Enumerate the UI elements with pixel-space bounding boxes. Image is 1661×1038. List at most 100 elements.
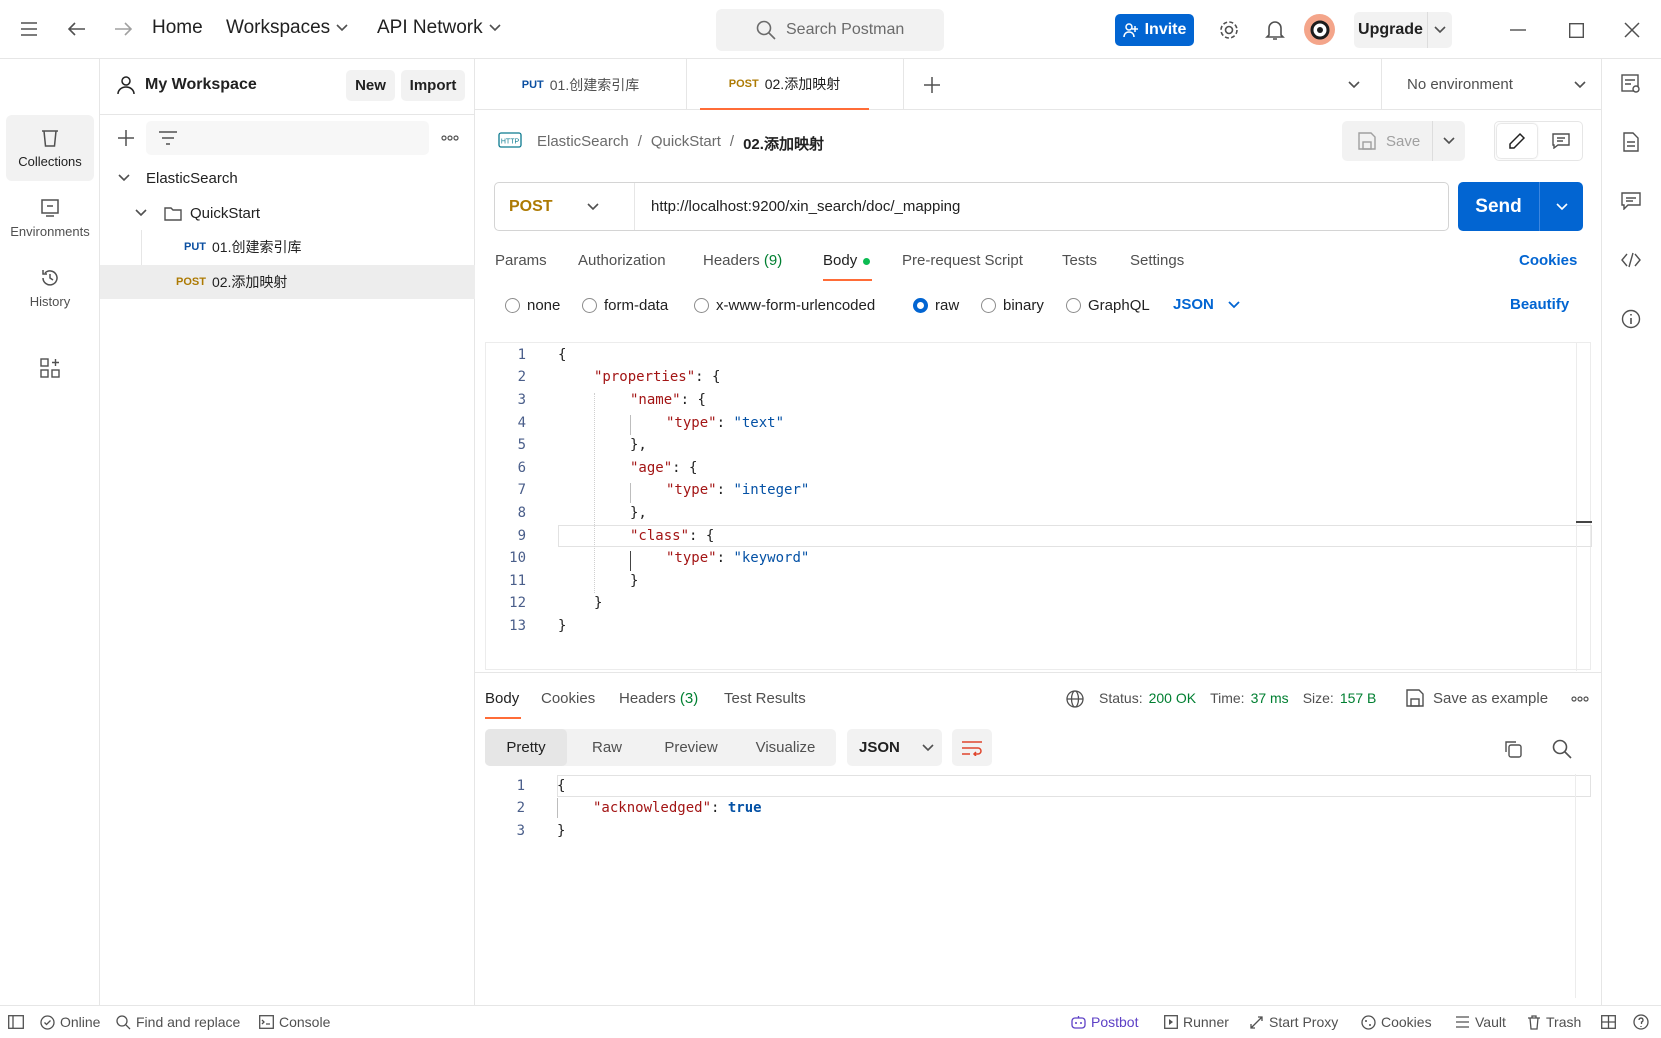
- response-tab-headers[interactable]: Headers (3): [619, 690, 698, 707]
- environment-selector[interactable]: No environment: [1381, 59, 1601, 110]
- size-value[interactable]: 157 B: [1340, 690, 1377, 706]
- radio-binary[interactable]: binary: [981, 297, 1044, 314]
- view-pretty[interactable]: Pretty: [485, 729, 567, 766]
- maximize-icon[interactable]: [1564, 18, 1588, 42]
- start-proxy-button[interactable]: Start Proxy: [1249, 1006, 1338, 1038]
- documentation-icon[interactable]: [1618, 129, 1644, 155]
- response-tab-cookies[interactable]: Cookies: [541, 690, 595, 707]
- radio-graphql[interactable]: GraphQL: [1066, 297, 1150, 314]
- request-body-editor[interactable]: 1 2 3 4 5 6 7 8 9 10 11 12 13 { "propert…: [485, 342, 1592, 671]
- view-raw[interactable]: Raw: [567, 729, 647, 766]
- back-arrow-icon[interactable]: [66, 18, 88, 40]
- runner-button[interactable]: Runner: [1164, 1006, 1229, 1038]
- send-chevron-icon[interactable]: [1540, 202, 1583, 211]
- response-tab-body[interactable]: Body: [485, 690, 519, 707]
- trash-button[interactable]: Trash: [1527, 1006, 1581, 1038]
- view-preview[interactable]: Preview: [647, 729, 735, 766]
- rail-item-collections[interactable]: Collections: [6, 115, 94, 181]
- response-format-select[interactable]: JSON: [847, 729, 942, 766]
- menu-icon[interactable]: [18, 18, 40, 40]
- tree-request-item[interactable]: POST 02.添加映射: [100, 265, 475, 299]
- method-select[interactable]: POST: [495, 183, 635, 230]
- radio-form-data[interactable]: form-data: [582, 297, 668, 314]
- tab-request[interactable]: PUT 01.创建索引库: [475, 59, 687, 110]
- rail-label-collections: Collections: [18, 153, 82, 169]
- gear-icon[interactable]: [1217, 18, 1241, 42]
- cookies-button[interactable]: Cookies: [1361, 1006, 1432, 1038]
- tab-authorization[interactable]: Authorization: [578, 252, 666, 269]
- online-status[interactable]: Online: [40, 1006, 100, 1038]
- new-tab-plus-icon[interactable]: [921, 74, 943, 96]
- configure-workbench-icon[interactable]: [36, 354, 64, 382]
- more-options-icon[interactable]: [1568, 688, 1592, 710]
- response-tab-test-results[interactable]: Test Results: [724, 690, 806, 707]
- plus-icon[interactable]: [114, 126, 138, 150]
- find-replace-button[interactable]: Find and replace: [116, 1006, 240, 1038]
- page-title[interactable]: 02.添加映射: [743, 133, 824, 154]
- two-pane-view-icon[interactable]: [1601, 1006, 1616, 1038]
- chevron-down-icon[interactable]: [1428, 26, 1452, 34]
- tab-params[interactable]: Params: [495, 252, 547, 269]
- code-icon[interactable]: [1618, 247, 1644, 273]
- beautify-link[interactable]: Beautify: [1510, 296, 1569, 313]
- view-visualize[interactable]: Visualize: [735, 729, 836, 766]
- tab-settings[interactable]: Settings: [1130, 252, 1184, 269]
- save-button[interactable]: Save: [1342, 121, 1465, 161]
- environment-quick-look-icon[interactable]: [1618, 71, 1644, 97]
- api-network-menu[interactable]: API Network: [377, 17, 501, 39]
- vault-button[interactable]: Vault: [1455, 1006, 1506, 1038]
- import-button[interactable]: Import: [401, 70, 465, 101]
- help-icon[interactable]: [1633, 1006, 1649, 1038]
- pencil-icon[interactable]: [1497, 124, 1537, 158]
- language-select[interactable]: JSON: [1173, 296, 1240, 313]
- url-input[interactable]: http://localhost:9200/xin_search/doc/_ma…: [635, 198, 960, 215]
- cookies-link[interactable]: Cookies: [1519, 252, 1577, 269]
- time-value[interactable]: 37 ms: [1251, 690, 1289, 706]
- comments-icon[interactable]: [1618, 188, 1644, 214]
- response-body-viewer[interactable]: 1 2 3 { "acknowledged": true }: [485, 774, 1591, 998]
- radio-urlencoded[interactable]: x-www-form-urlencoded: [694, 297, 875, 314]
- globe-icon[interactable]: [1064, 688, 1086, 710]
- tree-folder-quickstart[interactable]: QuickStart: [100, 196, 475, 230]
- save-chevron-icon[interactable]: [1432, 121, 1465, 161]
- postbot-button[interactable]: Postbot: [1071, 1006, 1138, 1038]
- tab-tests[interactable]: Tests: [1062, 252, 1097, 269]
- home-link[interactable]: Home: [152, 17, 203, 39]
- tab-request-active[interactable]: POST 02.添加映射: [700, 59, 869, 110]
- radio-none[interactable]: none: [505, 297, 560, 314]
- radio-raw[interactable]: raw: [913, 297, 959, 314]
- new-button[interactable]: New: [346, 70, 395, 101]
- toggle-sidebar-icon[interactable]: [8, 1006, 24, 1038]
- minimize-icon[interactable]: [1506, 18, 1530, 42]
- more-options-icon[interactable]: [438, 126, 462, 150]
- breadcrumb-collection[interactable]: ElasticSearch: [537, 133, 629, 154]
- tree-request-item[interactable]: PUT 01.创建索引库: [100, 230, 475, 264]
- workspaces-menu[interactable]: Workspaces: [226, 17, 348, 39]
- tab-prerequest-script[interactable]: Pre-request Script: [902, 252, 1023, 269]
- tree-collection-elasticsearch[interactable]: ElasticSearch: [100, 161, 475, 195]
- rail-item-environments[interactable]: Environments: [6, 185, 94, 251]
- bell-icon[interactable]: [1263, 18, 1287, 42]
- save-as-example-button[interactable]: Save as example: [1406, 689, 1548, 707]
- tab-body[interactable]: Body: [823, 252, 871, 269]
- invite-button[interactable]: Invite: [1115, 14, 1194, 46]
- tabs-overflow-chevron-icon[interactable]: [1343, 74, 1365, 96]
- console-button[interactable]: Console: [259, 1006, 330, 1038]
- copy-icon[interactable]: [1501, 737, 1525, 761]
- comment-icon[interactable]: [1541, 124, 1581, 158]
- breadcrumb-folder[interactable]: QuickStart: [651, 133, 721, 154]
- forward-arrow-icon[interactable]: [112, 18, 134, 40]
- search-icon[interactable]: [1550, 737, 1574, 761]
- status-value[interactable]: 200 OK: [1149, 690, 1196, 706]
- tab-headers[interactable]: Headers (9): [703, 252, 782, 269]
- filter-input[interactable]: [146, 121, 429, 155]
- info-icon[interactable]: [1618, 306, 1644, 332]
- close-icon[interactable]: [1620, 18, 1644, 42]
- send-button[interactable]: Send: [1458, 182, 1583, 231]
- avatar[interactable]: [1304, 14, 1335, 45]
- radio-circle-selected: [913, 298, 928, 313]
- rail-item-history[interactable]: History: [6, 255, 94, 321]
- upgrade-button[interactable]: Upgrade: [1354, 12, 1452, 48]
- search-bar[interactable]: Search Postman: [716, 9, 944, 51]
- wrap-lines-icon[interactable]: [952, 729, 992, 766]
